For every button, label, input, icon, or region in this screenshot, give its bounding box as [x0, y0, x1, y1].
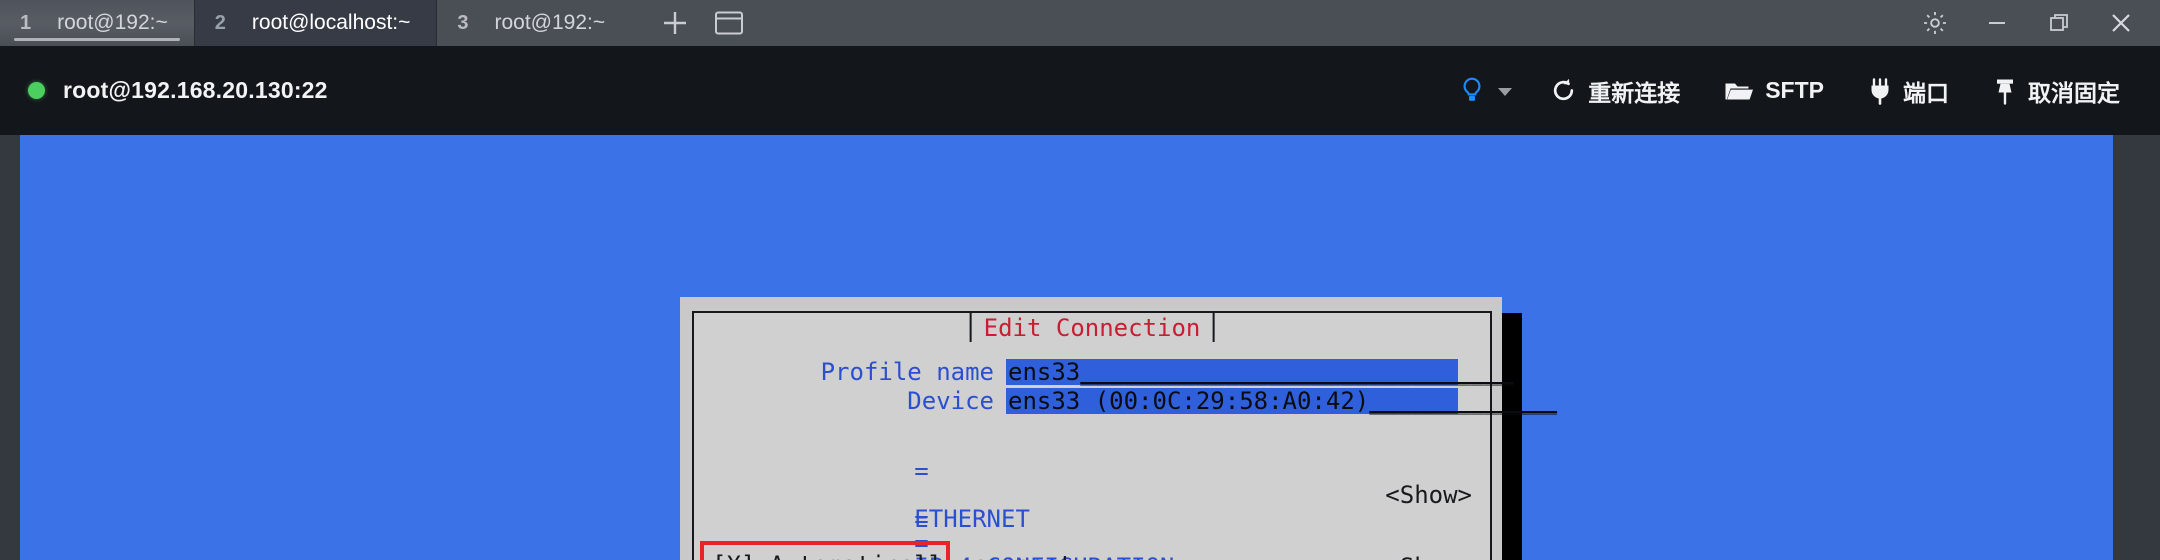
- chevron-down-icon[interactable]: [1496, 84, 1514, 98]
- field-row-device: Device ens33 (00:0C:29:58:A0:42)________…: [694, 387, 1557, 415]
- reconnect-button[interactable]: 重新连接: [1528, 68, 1702, 114]
- close-button[interactable]: [2090, 0, 2152, 46]
- tab-title: root@192:~: [57, 11, 168, 34]
- dialog-body: Profile name ens33______________________…: [694, 313, 1557, 560]
- restore-button[interactable]: [2028, 0, 2090, 46]
- tab-1[interactable]: 1 root@192:~: [0, 0, 194, 46]
- device-fill: _____________: [1369, 387, 1558, 415]
- session-toolbar: root@192.168.20.130:22 重新连接 SFTP 端口 取消固定: [0, 46, 2160, 135]
- unpin-button[interactable]: 取消固定: [1971, 68, 2142, 114]
- window-controls: [1904, 0, 2160, 46]
- connection-status-dot: [28, 82, 45, 99]
- settings-gear-icon[interactable]: [1904, 0, 1966, 46]
- device-input[interactable]: ens33 (00:0C:29:58:A0:42)_____________: [1006, 387, 1557, 415]
- tab-index: 1: [20, 11, 32, 34]
- sftp-label: SFTP: [1765, 77, 1824, 103]
- tab-title: root@localhost:~: [251, 11, 411, 34]
- session-title: root@192.168.20.130:22: [63, 77, 328, 103]
- tab-underline: [14, 38, 180, 41]
- folder-icon: [1724, 79, 1754, 103]
- unpin-label: 取消固定: [2028, 79, 2120, 106]
- profile-name-value: ens33: [1008, 358, 1081, 386]
- minimize-button[interactable]: [1966, 0, 2028, 46]
- tab-bar-actions: [631, 0, 751, 46]
- tab-index: 3: [457, 11, 469, 34]
- terminal-screen[interactable]: Edit Connection Profile name ens33______…: [20, 135, 2113, 560]
- tab-index: 2: [214, 11, 226, 34]
- new-tab-button[interactable]: [653, 1, 697, 45]
- split-view-icon[interactable]: [707, 1, 751, 45]
- session-status: root@192.168.20.130:22: [28, 77, 328, 104]
- field-row-profile-name: Profile name ens33______________________…: [694, 358, 1514, 386]
- ports-button[interactable]: 端口: [1846, 68, 1971, 114]
- tips-button[interactable]: [1445, 70, 1528, 112]
- tab-2[interactable]: 2 root@localhost:~: [194, 0, 437, 46]
- tab-title: root@192:~: [494, 11, 606, 34]
- dialog-frame: Edit Connection Profile name ens33______…: [692, 311, 1557, 560]
- lightbulb-icon: [1459, 76, 1485, 106]
- ports-label: 端口: [1903, 79, 1949, 106]
- tab-bar: 1 root@192:~ 2 root@localhost:~ 3 root@1…: [0, 0, 2160, 46]
- edit-connection-dialog: Edit Connection Profile name ens33______…: [680, 297, 1557, 560]
- reconnect-label: 重新连接: [1588, 79, 1681, 106]
- device-label: Device: [907, 387, 994, 415]
- sftp-button[interactable]: SFTP: [1702, 71, 1846, 110]
- tab-3[interactable]: 3 root@192:~: [437, 0, 632, 46]
- refresh-icon: [1550, 77, 1577, 104]
- plug-icon: [1868, 77, 1892, 105]
- annotation-highlight-box: [700, 541, 950, 560]
- app-window: 1 root@192:~ 2 root@localhost:~ 3 root@1…: [0, 0, 2160, 560]
- profile-name-input[interactable]: ens33______________________________: [1006, 358, 1514, 386]
- profile-name-fill: ______________________________: [1080, 358, 1514, 386]
- pin-icon: [1993, 77, 2017, 105]
- tab-bar-spacer: [751, 0, 1904, 46]
- toolbar-actions: 重新连接 SFTP 端口 取消固定: [1445, 68, 2142, 114]
- device-value: ens33 (00:0C:29:58:A0:42): [1008, 387, 1370, 415]
- profile-name-label: Profile name: [820, 358, 994, 386]
